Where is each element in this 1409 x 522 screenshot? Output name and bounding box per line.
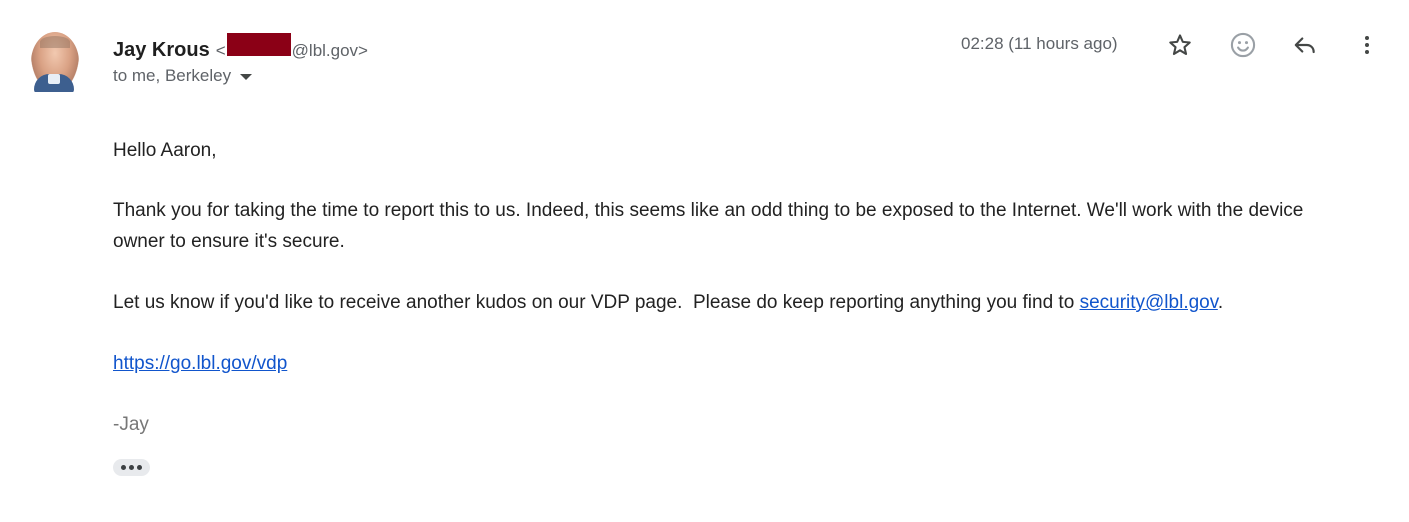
avatar-hair [40,36,70,48]
vdp-link[interactable]: https://go.lbl.gov/vdp [113,353,287,374]
caret-down-icon [240,73,253,80]
sender-email-bracket: < [215,41,226,60]
sender-email[interactable]: < @lbl.gov> [216,33,368,61]
add-reaction-button[interactable] [1225,27,1261,63]
recipients-label: to me, Berkeley [113,66,232,85]
emoji-icon [1230,32,1256,58]
kudos-period: . [1217,292,1224,313]
body-greeting: Hello Aaron, [113,140,217,161]
ellipsis-dot-icon [121,465,126,470]
more-vert-icon [1365,36,1369,54]
kudos-text: Let us know if you'd like to receive ano… [113,292,1080,313]
star-icon [1169,34,1191,56]
security-email-link[interactable]: security@lbl.gov [1080,292,1218,313]
sender-header: Jay Krous < @lbl.gov> [113,33,368,62]
avatar-collar [48,74,60,84]
more-options-button[interactable] [1349,27,1385,63]
star-button[interactable] [1162,27,1198,63]
body-signature: -Jay [113,414,149,435]
body-thanks-paragraph: Thank you for taking the time to report … [113,200,1304,252]
show-trimmed-content-button[interactable] [113,459,150,476]
redaction-block [226,33,291,56]
reply-button[interactable] [1287,27,1323,63]
body-kudos-paragraph: Let us know if you'd like to receive ano… [113,287,1343,318]
sender-email-domain: @lbl.gov> [291,41,368,60]
message-timestamp: 02:28 (11 hours ago) [961,34,1118,53]
body-link-paragraph: https://go.lbl.gov/vdp [113,348,1343,379]
recipients-dropdown[interactable]: to me, Berkeley [113,66,253,86]
sender-name[interactable]: Jay Krous [113,39,210,62]
ellipsis-dot-icon [137,465,142,470]
reply-icon [1294,37,1315,54]
sender-avatar[interactable] [30,30,80,92]
ellipsis-dot-icon [129,465,134,470]
